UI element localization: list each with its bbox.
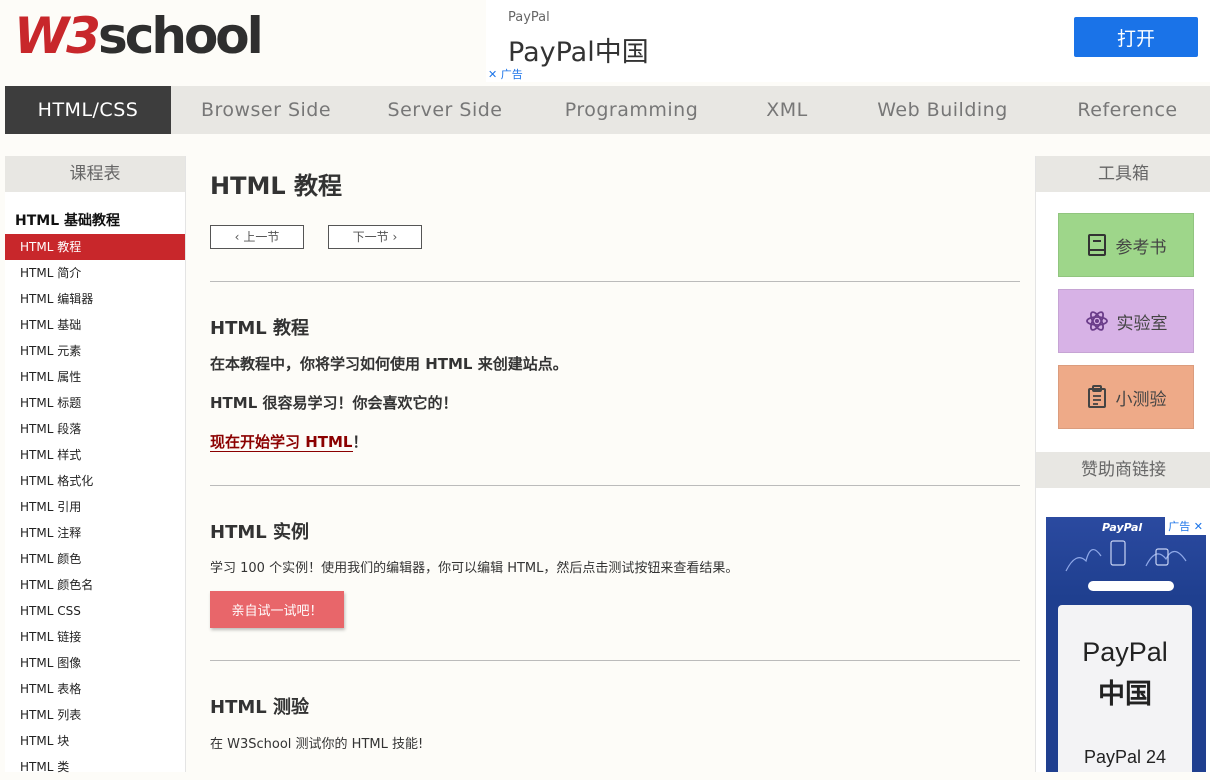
start-learning-suffix: ！ xyxy=(352,433,368,451)
intro-paragraph-1: 在本教程中，你将学习如何使用 HTML 来创建站点。 xyxy=(210,355,568,373)
quiz-text: 在 W3School 测试你的 HTML 技能! xyxy=(210,737,424,752)
book-icon xyxy=(1087,234,1106,256)
sidebar-item-html-blocks[interactable]: HTML 块 xyxy=(5,728,185,754)
sidebar-ad[interactable]: PayPal 广告 ✕ PayPal 中国 PayPal 24 xyxy=(1046,517,1206,772)
nav-programming[interactable]: Programming xyxy=(529,86,734,134)
intro-paragraph-2: HTML 很容易学习！你会喜欢它的！ xyxy=(210,394,458,412)
next-button[interactable]: 下一节 › xyxy=(328,225,422,249)
atom-icon xyxy=(1085,311,1108,331)
nav-server-side[interactable]: Server Side xyxy=(361,86,529,134)
site-header: W3school PayPal PayPal中国 ✕ 广告 打开 xyxy=(0,0,1210,86)
sidebar-item-html-paragraphs[interactable]: HTML 段落 xyxy=(5,416,185,442)
ad-choices-mark[interactable]: ✕ 广告 xyxy=(488,66,523,82)
sidebar-item-html-basic[interactable]: HTML 基础 xyxy=(5,312,185,338)
clipboard-icon xyxy=(1087,385,1106,408)
sidebar-item-html-color-names[interactable]: HTML 颜色名 xyxy=(5,572,185,598)
toolbox-heading: 工具箱 xyxy=(1036,156,1210,192)
divider xyxy=(210,660,1020,661)
quiz-heading: HTML 测验 xyxy=(210,697,309,718)
reference-button[interactable]: 参考书 xyxy=(1058,213,1194,277)
intro-heading: HTML 教程 xyxy=(210,318,309,339)
sidebar-item-html-styles[interactable]: HTML 样式 xyxy=(5,442,185,468)
reference-label: 参考书 xyxy=(1115,237,1167,258)
divider xyxy=(210,485,1020,486)
sidebar-item-html-css[interactable]: HTML CSS xyxy=(5,598,185,624)
sidebar-item-html-attributes[interactable]: HTML 属性 xyxy=(5,364,185,390)
ad-card[interactable]: PayPal 中国 PayPal 24 xyxy=(1058,605,1192,772)
ad-title[interactable]: PayPal中国 xyxy=(508,30,649,69)
w3school-logo[interactable]: W3school xyxy=(14,7,264,65)
course-sidebar: 课程表 HTML 基础教程 HTML 教程 HTML 简介 HTML 编辑器 H… xyxy=(5,156,186,774)
sidebar-item-html-headings[interactable]: HTML 标题 xyxy=(5,390,185,416)
logo-school: school xyxy=(97,7,264,65)
examples-heading: HTML 实例 xyxy=(210,522,309,543)
ad-card-line3: PayPal 24 xyxy=(1083,747,1167,767)
main-content: HTML 教程 ‹ 上一节 下一节 › HTML 教程 在本教程中，你将学习如何… xyxy=(210,156,1020,752)
try-it-button[interactable]: 亲自试一试吧！ xyxy=(210,591,344,628)
sidebar-item-html-images[interactable]: HTML 图像 xyxy=(5,650,185,676)
lab-button[interactable]: 实验室 xyxy=(1058,289,1194,353)
sidebar-item-html-intro[interactable]: HTML 简介 xyxy=(5,260,185,286)
sidebar-item-html-links[interactable]: HTML 链接 xyxy=(5,624,185,650)
start-learning-link[interactable]: 现在开始学习 HTML xyxy=(210,433,353,452)
prev-button[interactable]: ‹ 上一节 xyxy=(210,225,304,249)
main-nav: HTML/CSS Browser Side Server Side Progra… xyxy=(5,86,1210,134)
ad-card-line2: 中国 xyxy=(1098,679,1152,710)
sidebar-item-html-lists[interactable]: HTML 列表 xyxy=(5,702,185,728)
chevron-right-icon: › xyxy=(392,230,398,244)
examples-text: 学习 100 个实例！使用我们的编辑器，你可以编辑 HTML，然后点击测试按钮来… xyxy=(210,561,739,576)
sidebar-list: HTML 教程 HTML 简介 HTML 编辑器 HTML 基础 HTML 元素… xyxy=(5,234,185,780)
top-ad-banner[interactable]: PayPal PayPal中国 ✕ 广告 打开 xyxy=(486,0,1210,82)
sidebar-item-html-colors[interactable]: HTML 颜色 xyxy=(5,546,185,572)
sidebar-item-html-elements[interactable]: HTML 元素 xyxy=(5,338,185,364)
ad-label: 广告 xyxy=(500,68,523,81)
sponsor-heading: 赞助商链接 xyxy=(1036,452,1210,488)
sidebar-item-html-classes[interactable]: HTML 类 xyxy=(5,754,185,780)
prev-label: 上一节 xyxy=(243,230,280,244)
lab-label: 实验室 xyxy=(1116,313,1168,334)
quiz-label: 小测验 xyxy=(1115,389,1167,410)
sidebar-heading: 课程表 xyxy=(5,156,185,192)
toolbox-sidebar: 工具箱 参考书 实验室 小测验 赞助商链接 PayPal 广告 ✕ PayPal… xyxy=(1035,156,1210,772)
nav-browser-side[interactable]: Browser Side xyxy=(171,86,361,134)
divider xyxy=(210,281,1020,282)
sidebar-item-html-tutorial[interactable]: HTML 教程 xyxy=(5,234,185,260)
nav-web-building[interactable]: Web Building xyxy=(840,86,1045,134)
close-icon[interactable]: ✕ xyxy=(488,68,497,81)
ad-open-button[interactable]: 打开 xyxy=(1074,17,1198,57)
ad-illustration: PayPal 广告 ✕ xyxy=(1046,517,1206,597)
sidebar-item-html-quotations[interactable]: HTML 引用 xyxy=(5,494,185,520)
nav-html-css[interactable]: HTML/CSS xyxy=(5,86,171,134)
sidebar-item-html-editor[interactable]: HTML 编辑器 xyxy=(5,286,185,312)
ad-card-line1: PayPal xyxy=(1082,637,1168,667)
next-label: 下一节 xyxy=(352,230,389,244)
logo-w3: W3 xyxy=(14,7,101,65)
page-title: HTML 教程 xyxy=(210,172,342,200)
chevron-left-icon: ‹ xyxy=(234,230,240,244)
quiz-button[interactable]: 小测验 xyxy=(1058,365,1194,429)
start-learning: 现在开始学习 HTML！ xyxy=(210,431,368,452)
ad-brand: PayPal xyxy=(508,10,550,25)
nav-xml[interactable]: XML xyxy=(734,86,840,134)
sidebar-item-html-tables[interactable]: HTML 表格 xyxy=(5,676,185,702)
sidebar-item-html-comments[interactable]: HTML 注释 xyxy=(5,520,185,546)
ad-strip xyxy=(1088,581,1174,591)
nav-reference[interactable]: Reference xyxy=(1045,86,1210,134)
sidebar-category: HTML 基础教程 xyxy=(15,213,120,229)
sidebar-item-html-formatting[interactable]: HTML 格式化 xyxy=(5,468,185,494)
